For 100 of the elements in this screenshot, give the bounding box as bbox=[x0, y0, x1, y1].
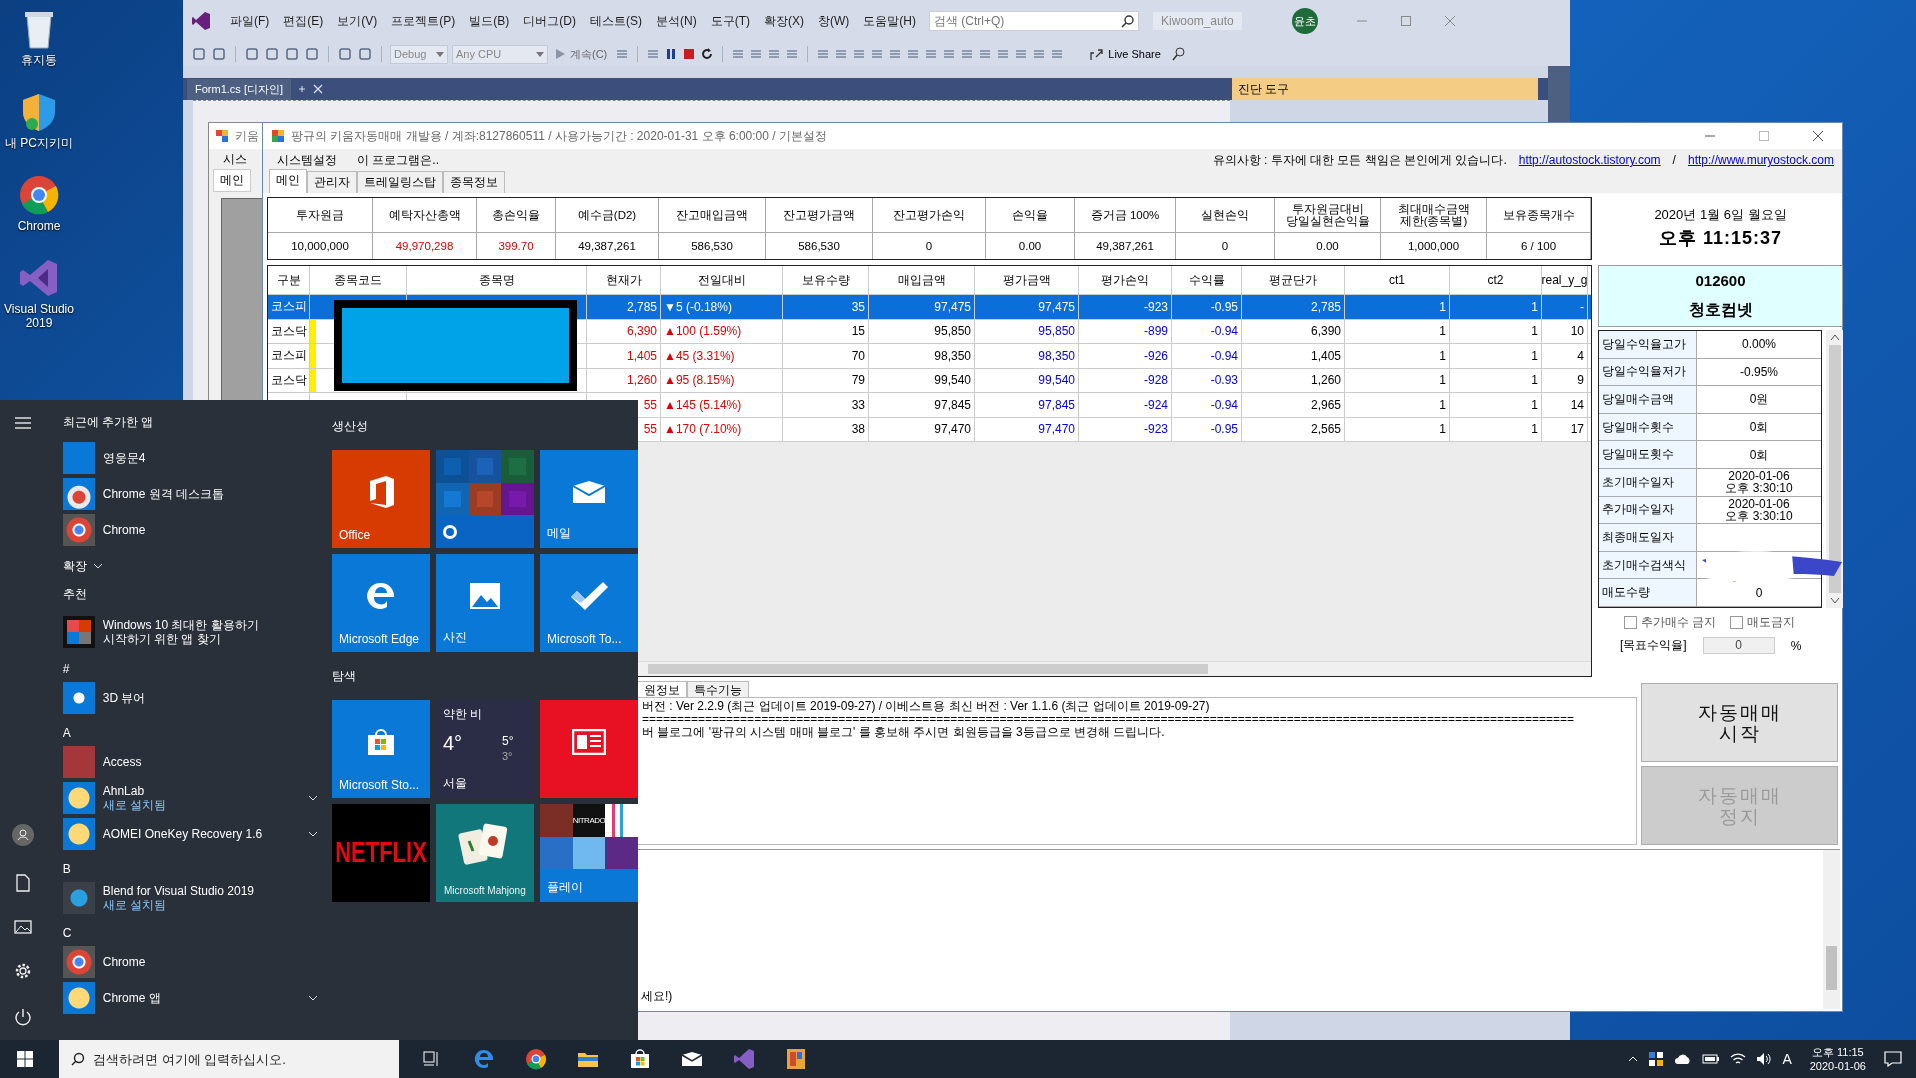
column-header[interactable]: 전일대비 bbox=[661, 266, 783, 294]
section-letter[interactable]: C bbox=[62, 922, 318, 944]
menu-item[interactable]: 창(W) bbox=[811, 12, 857, 30]
toolbar-icon[interactable] bbox=[924, 47, 939, 61]
app-tile[interactable]: Microsoft Edge bbox=[332, 554, 430, 652]
continue-button[interactable]: 계속(C) bbox=[552, 46, 612, 62]
windows-start-icon[interactable] bbox=[17, 1051, 33, 1067]
tab[interactable]: 특수기능 bbox=[687, 681, 749, 697]
menu-item[interactable]: 도움말(H) bbox=[856, 12, 923, 30]
app-tile[interactable]: NETFLIX bbox=[332, 804, 430, 902]
toolbar-icon[interactable] bbox=[1014, 47, 1029, 61]
column-header[interactable]: 매입금액 bbox=[869, 266, 975, 294]
toolbar-icon[interactable] bbox=[960, 47, 975, 61]
notification-icon[interactable] bbox=[1884, 1051, 1902, 1067]
tab[interactable]: 종목정보 bbox=[443, 171, 505, 193]
app-tile[interactable]: Microsoft Mahjong bbox=[436, 804, 534, 902]
menu-item[interactable]: 프로젝트(P) bbox=[384, 12, 463, 30]
tab[interactable]: 관리자 bbox=[307, 171, 357, 193]
input-language-indicator[interactable]: A bbox=[1782, 1051, 1792, 1067]
toolbar-icon[interactable] bbox=[191, 46, 207, 62]
scroll-down-icon[interactable] bbox=[1829, 597, 1840, 605]
tab[interactable]: 메인 bbox=[269, 169, 307, 193]
menu-item[interactable]: 보기(V) bbox=[330, 12, 385, 30]
section-letter[interactable]: # bbox=[62, 658, 318, 680]
input-field[interactable]: 0 bbox=[1702, 637, 1775, 654]
clock[interactable]: 오후 11:15 2020-01-06 bbox=[1809, 1045, 1866, 1073]
menu-item[interactable]: 테스트(S) bbox=[583, 12, 649, 30]
vertical-scrollbar[interactable] bbox=[1826, 330, 1843, 608]
chevron-up-icon[interactable] bbox=[1628, 1056, 1639, 1062]
settings-icon[interactable] bbox=[14, 962, 33, 980]
maximize-icon[interactable] bbox=[1399, 15, 1412, 27]
power-icon[interactable] bbox=[14, 1008, 33, 1026]
battery-icon[interactable] bbox=[1702, 1054, 1721, 1064]
action-button[interactable]: 자동매매 시작 bbox=[1641, 683, 1838, 762]
column-header[interactable]: 구분 bbox=[268, 266, 310, 294]
desktop-icon-label[interactable]: Visual Studio 2019 bbox=[0, 302, 78, 330]
search-field[interactable]: 검색하려면 여기에 입력하십시오. bbox=[59, 1040, 399, 1078]
stop-icon[interactable] bbox=[682, 47, 697, 61]
column-header[interactable]: 종목명 bbox=[407, 266, 587, 294]
app-tile[interactable] bbox=[540, 700, 638, 798]
column-header[interactable]: 평균단가 bbox=[1242, 266, 1345, 294]
chrome-icon[interactable] bbox=[18, 174, 60, 216]
app-list-item[interactable]: Chrome 원격 데스크톱 bbox=[62, 476, 318, 512]
column-header[interactable]: 평가손익 bbox=[1079, 266, 1172, 294]
expand-link[interactable]: 확장 bbox=[62, 557, 87, 575]
menu-item[interactable]: 파일(F) bbox=[223, 12, 277, 30]
toolbar-icon[interactable] bbox=[337, 46, 353, 62]
menu-item[interactable]: 확장(X) bbox=[757, 12, 811, 30]
desktop-icon-label[interactable]: 휴지통 bbox=[21, 53, 57, 67]
app-list-item[interactable]: Chrome bbox=[62, 944, 318, 980]
app-list-item[interactable]: Chrome bbox=[62, 512, 318, 548]
feedback-icon[interactable] bbox=[1170, 46, 1187, 62]
menu-item[interactable]: 이 프로그램은.. bbox=[353, 151, 443, 169]
toolbar-icon[interactable] bbox=[978, 47, 993, 61]
desktop-icon-label[interactable]: 내 PC지키미 bbox=[5, 136, 73, 150]
menu-item[interactable]: 도구(T) bbox=[703, 12, 757, 30]
cloud-icon[interactable] bbox=[1674, 1053, 1693, 1065]
scroll-up-icon[interactable] bbox=[1829, 333, 1840, 341]
app-tile[interactable]: Microsoft To... bbox=[540, 554, 638, 652]
document-tab[interactable]: Form1.cs [디자인] bbox=[187, 78, 291, 100]
menu-item[interactable]: 시스템설정 bbox=[273, 151, 341, 169]
menu-item[interactable]: 디버그(D) bbox=[516, 12, 583, 30]
toolbar-icon[interactable] bbox=[785, 47, 800, 61]
link[interactable]: http://autostock.tistory.com bbox=[1518, 153, 1661, 167]
toolbar-icon[interactable] bbox=[304, 46, 320, 62]
section-letter[interactable]: B bbox=[62, 858, 318, 880]
toolbar-icon[interactable] bbox=[870, 47, 885, 61]
column-header[interactable]: ct2 bbox=[1450, 266, 1542, 294]
app-list-item[interactable]: AOMEI OneKey Recovery 1.6 bbox=[62, 816, 318, 852]
toolbar-icon[interactable] bbox=[731, 47, 746, 61]
app-tile[interactable]: 사진 bbox=[436, 554, 534, 652]
checkbox[interactable]: 매도금지 bbox=[1730, 614, 1796, 631]
column-header[interactable]: ct1 bbox=[1345, 266, 1450, 294]
user-avatar[interactable]: 윤초 bbox=[1291, 8, 1318, 34]
toolbar-icon[interactable] bbox=[767, 47, 782, 61]
app-tile[interactable]: Microsoft Sto... bbox=[332, 700, 430, 798]
toolbar-icon[interactable] bbox=[1050, 47, 1065, 61]
section-letter[interactable]: A bbox=[62, 722, 318, 744]
search-field[interactable]: 검색 (Ctrl+Q) bbox=[929, 11, 1139, 31]
toolbar-icon[interactable] bbox=[1032, 47, 1047, 61]
document-icon[interactable] bbox=[16, 874, 31, 892]
desktop-icon-label[interactable]: Chrome bbox=[17, 219, 61, 233]
toolbar-icon[interactable] bbox=[816, 47, 831, 61]
app-tile[interactable]: Office bbox=[332, 450, 430, 548]
toolbar-icon[interactable] bbox=[834, 47, 849, 61]
menu-item[interactable]: 시스 bbox=[223, 150, 247, 168]
app-list-item[interactable]: AhnLab 새로 설치됨 bbox=[62, 780, 318, 816]
link[interactable]: http://www.muryostock.com bbox=[1687, 153, 1834, 167]
tab[interactable]: 메인 bbox=[213, 169, 251, 192]
tab[interactable]: 원정보 bbox=[637, 681, 687, 697]
toolbar-icon[interactable] bbox=[852, 47, 867, 61]
wifi-icon[interactable] bbox=[1730, 1052, 1747, 1066]
toolbar-icon[interactable] bbox=[906, 47, 921, 61]
column-header[interactable]: 평가금액 bbox=[975, 266, 1079, 294]
tray-app-icon[interactable] bbox=[1648, 1051, 1665, 1067]
vertical-scrollbar[interactable] bbox=[1823, 850, 1840, 1009]
close-icon[interactable] bbox=[1812, 130, 1824, 142]
toolbar-icon[interactable] bbox=[357, 46, 373, 62]
menu-item[interactable]: 편집(E) bbox=[276, 12, 331, 30]
live-share-button[interactable]: Live Share bbox=[1084, 47, 1167, 61]
